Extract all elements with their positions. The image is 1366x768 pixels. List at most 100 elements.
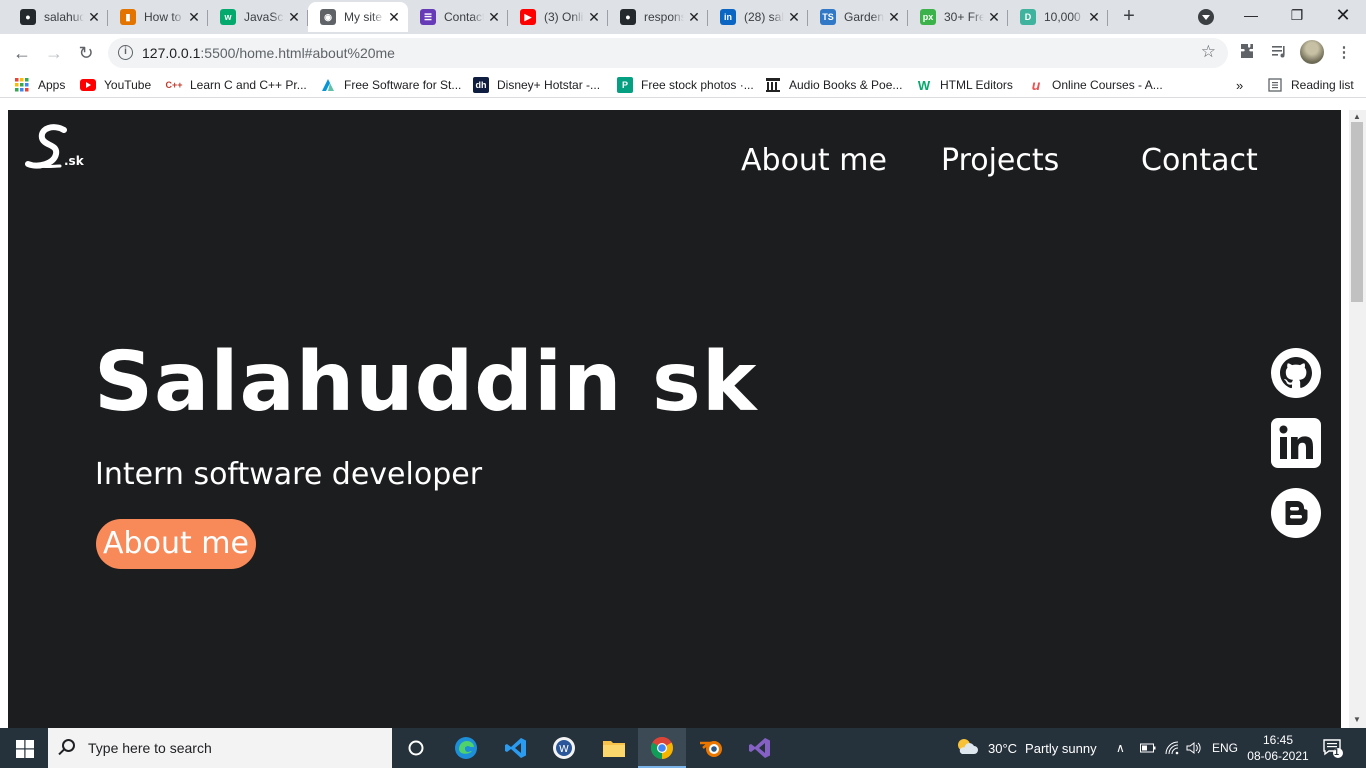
back-button[interactable]: ← [10, 41, 34, 65]
bookmark-label: Online Courses - A... [1052, 78, 1163, 92]
browser-tab[interactable]: ● salahuddin✕ [8, 2, 108, 32]
maximize-button[interactable]: ❐ [1274, 0, 1320, 30]
browser-tab[interactable]: ◉ My site ✕ [308, 2, 408, 32]
github-icon: ● [20, 9, 36, 25]
notification-count: 1 [1334, 747, 1340, 757]
reading-list-label: Reading list [1291, 78, 1354, 92]
tab-title: (3) Online [544, 10, 584, 24]
browser-tab[interactable]: ● responsive✕ [608, 2, 708, 32]
url-text[interactable]: 127.0.0.1:5500/home.html#about%20me [142, 45, 395, 61]
wifi-icon[interactable] [1164, 728, 1180, 768]
close-tab-icon[interactable]: ✕ [684, 9, 704, 26]
close-tab-icon[interactable]: ✕ [384, 9, 404, 26]
new-tab-button[interactable]: + [1117, 5, 1141, 29]
site-info-icon[interactable]: i [118, 45, 133, 60]
tab-title: Garden [844, 10, 884, 24]
file-explorer-icon[interactable] [590, 728, 638, 768]
bookmark-item[interactable]: C++ Learn C and C++ Pr... [166, 77, 307, 93]
task-view-icon[interactable] [392, 728, 440, 768]
linkedin-icon[interactable] [1271, 418, 1321, 468]
nav-link-about[interactable]: About me [741, 143, 887, 178]
tab-search-icon[interactable] [1198, 9, 1214, 25]
blogger-icon[interactable] [1271, 488, 1321, 538]
forward-button[interactable]: → [42, 41, 66, 65]
close-tab-icon[interactable]: ✕ [784, 9, 804, 26]
bookmark-item[interactable]: Audio Books & Poe... [765, 77, 902, 93]
notification-center-icon[interactable]: 1 [1322, 728, 1344, 768]
bookmark-item[interactable]: u Online Courses - A... [1028, 77, 1163, 93]
close-tab-icon[interactable]: ✕ [984, 9, 1004, 26]
windows-start-icon[interactable] [16, 740, 34, 758]
windows-taskbar: Type here to search W 30°C Partly sunny … [0, 728, 1366, 768]
tab-title: 30+ Free [944, 10, 984, 24]
close-window-button[interactable]: ✕ [1320, 0, 1366, 30]
browser-tab[interactable]: ☰ Contact ✕ [408, 2, 508, 32]
weather-widget[interactable]: 30°C Partly sunny [956, 728, 1097, 768]
globe-icon: ◉ [320, 9, 336, 25]
browser-tab[interactable]: TS Garden ✕ [808, 2, 908, 32]
bookmark-label: Free Software for St... [344, 78, 462, 92]
url-host: 127.0.0.1 [142, 45, 201, 61]
url-path: :5500/home.html#about%20me [200, 45, 395, 61]
bookmark-star-icon[interactable]: ☆ [1201, 42, 1216, 62]
minimize-button[interactable]: — [1228, 0, 1274, 30]
bookmark-item[interactable]: dh Disney+ Hotstar -... [473, 77, 600, 93]
bookmark-item[interactable]: Apps [14, 77, 65, 93]
battery-icon[interactable] [1140, 728, 1156, 768]
browser-tab[interactable]: w JavaScript✕ [208, 2, 308, 32]
close-tab-icon[interactable]: ✕ [184, 9, 204, 26]
more-menu-icon[interactable]: ⋮ [1334, 43, 1354, 63]
wordpad-icon[interactable]: W [540, 728, 588, 768]
github-icon[interactable] [1271, 348, 1321, 398]
bookmark-label: Apps [38, 78, 66, 92]
close-tab-icon[interactable]: ✕ [484, 9, 504, 26]
visual-studio-icon[interactable] [736, 728, 784, 768]
clock[interactable]: 16:45 08-06-2021 [1246, 732, 1310, 764]
bookmarks-overflow-icon[interactable]: » [1236, 77, 1243, 93]
close-tab-icon[interactable]: ✕ [284, 9, 304, 26]
browser-tab[interactable]: ▮ How to ✕ [108, 2, 208, 32]
close-tab-icon[interactable]: ✕ [884, 9, 904, 26]
close-tab-icon[interactable]: ✕ [584, 9, 604, 26]
search-icon [62, 739, 75, 752]
extensions-icon[interactable] [1237, 43, 1257, 63]
bookmark-item[interactable]: Free Software for St... [320, 77, 461, 93]
nav-link-contact[interactable]: Contact [1141, 143, 1258, 178]
blender-icon[interactable] [688, 728, 736, 768]
browser-tab[interactable]: px 30+ Free✕ [908, 2, 1008, 32]
bookmark-item[interactable]: W HTML Editors [916, 77, 1013, 93]
reload-button[interactable]: ↻ [74, 41, 98, 65]
site-logo[interactable]: .sk [24, 122, 94, 172]
close-tab-icon[interactable]: ✕ [1084, 9, 1104, 26]
show-hidden-icons[interactable]: ∧ [1116, 728, 1125, 768]
scrollbar-thumb[interactable] [1351, 122, 1363, 302]
scroll-down-icon[interactable]: ▼ [1352, 715, 1362, 724]
edge-icon[interactable] [442, 728, 490, 768]
bookmark-item[interactable]: P Free stock photos ·... [617, 77, 754, 93]
vscode-icon[interactable] [492, 728, 540, 768]
browser-tab[interactable]: D 10,000 ✕ [1008, 2, 1108, 32]
tab-strip: ●salahuddin✕▮How to✕wJavaScript✕◉My site… [0, 0, 1366, 34]
about-me-button[interactable]: About me [96, 519, 256, 569]
profile-avatar[interactable] [1300, 40, 1324, 64]
tab-separator [1107, 10, 1108, 26]
address-bar[interactable]: i 127.0.0.1:5500/home.html#about%20me ☆ [108, 38, 1228, 68]
reading-list-button[interactable]: Reading list [1267, 77, 1354, 93]
hero-name: Salahuddin sk [94, 335, 758, 430]
media-control-icon[interactable] [1269, 43, 1289, 63]
autodesk-icon [320, 77, 336, 93]
clock-date: 08-06-2021 [1247, 749, 1309, 763]
close-tab-icon[interactable]: ✕ [84, 9, 104, 26]
volume-icon[interactable] [1186, 728, 1202, 768]
tab-title: (28) sal [744, 10, 784, 24]
browser-tab[interactable]: ▶ (3) Online✕ [508, 2, 608, 32]
taskbar-search-box[interactable]: Type here to search [48, 728, 392, 768]
chrome-icon[interactable] [638, 728, 686, 768]
language-indicator[interactable]: ENG [1212, 728, 1238, 768]
scroll-up-icon[interactable]: ▲ [1352, 112, 1362, 121]
bookmark-item[interactable]: YouTube [80, 77, 151, 93]
nav-link-projects[interactable]: Projects [941, 143, 1059, 178]
svg-text:W: W [559, 744, 569, 755]
bookmarks-bar: Apps YouTube C++ Learn C and C++ Pr... Free … [0, 72, 1366, 98]
browser-tab[interactable]: in (28) sal ✕ [708, 2, 808, 32]
